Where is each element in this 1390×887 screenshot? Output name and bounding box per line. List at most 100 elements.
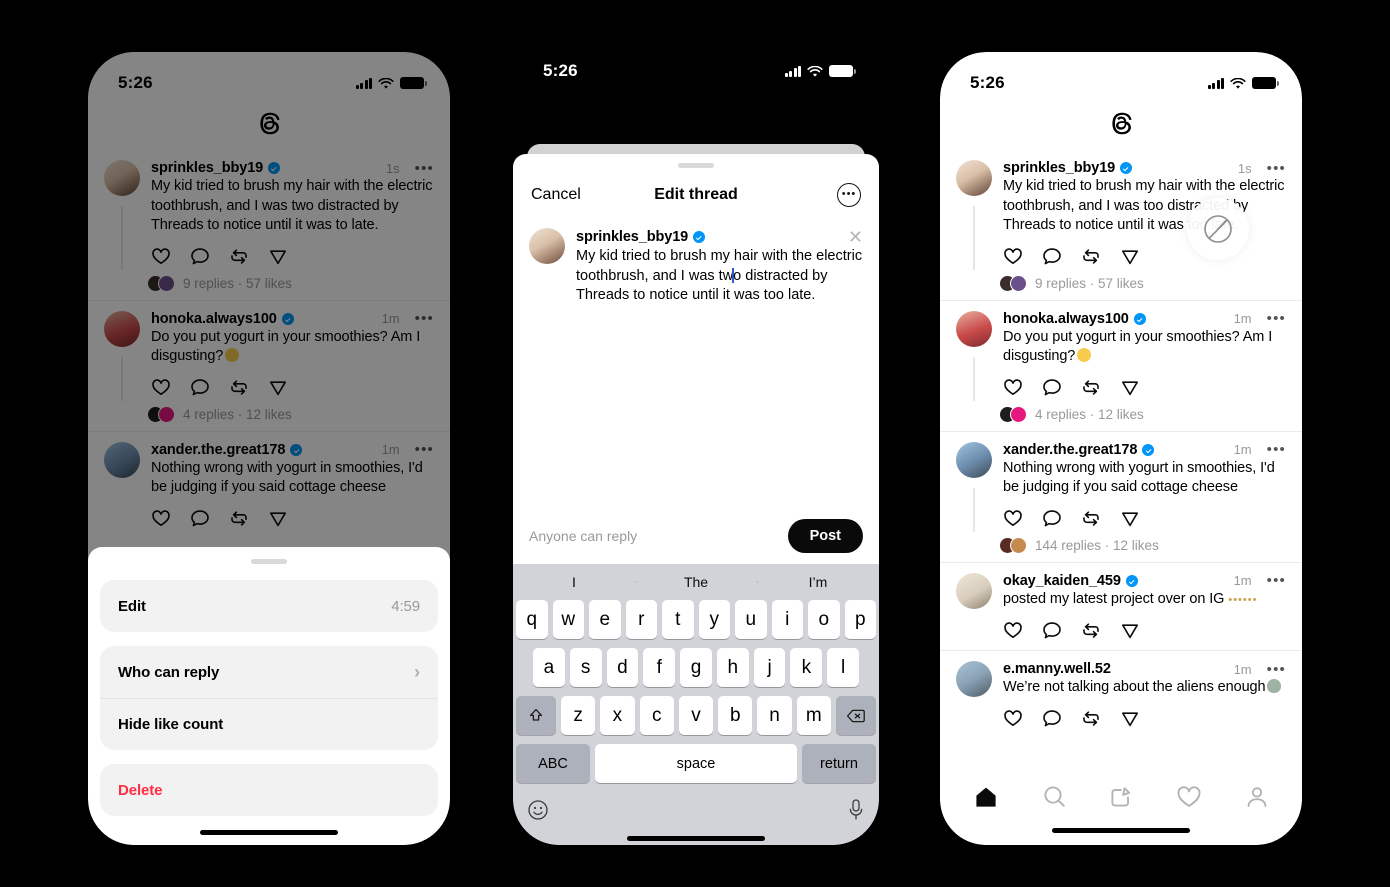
shift-icon[interactable] [516,696,556,735]
key-c[interactable]: c [639,696,674,735]
avatar[interactable] [956,441,992,478]
reply-icon[interactable] [1042,247,1062,266]
suggestion-0[interactable]: I [513,574,635,590]
key-q[interactable]: q [516,600,548,639]
key-l[interactable]: l [827,648,860,687]
key-z[interactable]: z [561,696,596,735]
editor-username: sprinkles_bby19 [576,229,689,245]
reply-icon[interactable] [1042,378,1062,397]
keyboard-row-3: zxcvbnm [516,696,876,735]
post-username[interactable]: e.manny.well.52 [1003,661,1111,677]
repost-icon[interactable] [1081,709,1101,728]
key-y[interactable]: y [698,600,730,639]
key-m[interactable]: m [796,696,831,735]
key-h[interactable]: h [716,648,749,687]
repost-icon[interactable] [1081,247,1101,266]
sheet-option-hide-like-count[interactable]: Hide like count [100,698,438,750]
key-x[interactable]: x [600,696,635,735]
space-key[interactable]: space [595,744,797,783]
key-v[interactable]: v [678,696,714,735]
post-username[interactable]: xander.the.great178 [1003,442,1137,458]
post-item[interactable]: okay_kaiden_459 1m ••• posted my latest … [940,563,1302,651]
key-k[interactable]: k [790,648,823,687]
key-w[interactable]: w [552,600,584,639]
key-e[interactable]: e [589,600,621,639]
key-s[interactable]: s [569,648,602,687]
post-button[interactable]: Post [787,519,863,553]
like-icon[interactable] [1003,378,1023,397]
key-n[interactable]: n [757,696,792,735]
sheet-option-who-can-reply[interactable]: Who can reply › [100,646,438,698]
suggestion-2[interactable]: I’m [757,574,879,590]
post-item[interactable]: e.manny.well.52 1m ••• We’re not talking… [940,651,1302,738]
key-p[interactable]: p [844,600,876,639]
cursor-ring-icon [1187,198,1249,260]
like-icon[interactable] [1003,509,1023,528]
share-icon[interactable] [1120,509,1140,528]
reply-policy-label[interactable]: Anyone can reply [529,528,637,544]
return-key[interactable]: return [802,744,876,783]
backspace-icon[interactable] [836,696,876,735]
post-more-options-icon[interactable]: ••• [1267,161,1286,176]
abc-key[interactable]: ABC [516,744,590,783]
suggestion-1[interactable]: The [635,574,757,590]
status-icons [784,65,856,77]
avatar[interactable] [956,310,992,347]
key-a[interactable]: a [532,648,565,687]
sheet-option-edit[interactable]: Edit 4:59 [100,580,438,632]
key-i[interactable]: i [771,600,803,639]
reply-icon[interactable] [1042,709,1062,728]
post-username[interactable]: sprinkles_bby19 [1003,160,1115,176]
compose-icon[interactable] [1109,784,1134,814]
post-meta[interactable]: 4 replies · 12 likes [999,405,1286,423]
reply-icon[interactable] [1042,509,1062,528]
trailing-dots: •••••• [1228,593,1258,606]
repost-icon[interactable] [1081,378,1101,397]
post-item[interactable]: honoka.always100 1m ••• Do you put yogur… [940,301,1302,432]
key-t[interactable]: t [662,600,694,639]
reply-icon[interactable] [1042,621,1062,640]
key-o[interactable]: o [808,600,840,639]
sheet-option-delete[interactable]: Delete [100,764,438,816]
post-item[interactable]: xander.the.great178 1m ••• Nothing wrong… [940,432,1302,563]
key-b[interactable]: b [718,696,753,735]
post-meta[interactable]: 144 replies · 12 likes [999,536,1286,554]
avatar[interactable] [956,661,992,697]
key-u[interactable]: u [735,600,767,639]
editor-textarea[interactable]: My kid tried to brush my hair with the e… [576,247,863,306]
sidebar-item-home[interactable] [973,785,999,814]
key-d[interactable]: d [606,648,639,687]
person-icon[interactable] [1245,785,1269,814]
share-icon[interactable] [1120,378,1140,397]
key-j[interactable]: j [753,648,786,687]
post-more-options-icon[interactable]: ••• [1267,311,1286,326]
repost-icon[interactable] [1081,621,1101,640]
heart-icon[interactable] [1176,785,1202,814]
post-more-options-icon[interactable]: ••• [1267,442,1286,457]
avatar[interactable] [956,160,992,196]
repost-icon[interactable] [1081,509,1101,528]
post-more-options-icon[interactable]: ••• [1267,662,1286,677]
editor-content: sprinkles_bby19 ✕ My kid tried to brush … [576,228,863,306]
post-meta[interactable]: 9 replies · 57 likes [999,274,1286,292]
key-f[interactable]: f [643,648,676,687]
like-icon[interactable] [1003,709,1023,728]
more-circle-icon[interactable]: ••• [837,183,861,207]
post-username[interactable]: honoka.always100 [1003,311,1129,327]
like-icon[interactable] [1003,621,1023,640]
microphone-icon[interactable] [847,798,865,827]
sheet-grabber[interactable] [251,559,287,564]
key-r[interactable]: r [625,600,657,639]
emoji-smiley-icon[interactable] [527,799,549,826]
close-icon[interactable]: ✕ [840,228,863,246]
like-icon[interactable] [1003,247,1023,266]
share-icon[interactable] [1120,247,1140,266]
post-username[interactable]: okay_kaiden_459 [1003,573,1121,589]
key-g[interactable]: g [680,648,712,687]
search-icon[interactable] [1042,784,1067,814]
share-icon[interactable] [1120,709,1140,728]
post-more-options-icon[interactable]: ••• [1267,573,1286,588]
share-icon[interactable] [1120,621,1140,640]
avatar[interactable] [956,572,992,609]
on-screen-keyboard: I The I’m qwertyuiop asdfghjkl zxcvbnm A… [513,564,879,845]
